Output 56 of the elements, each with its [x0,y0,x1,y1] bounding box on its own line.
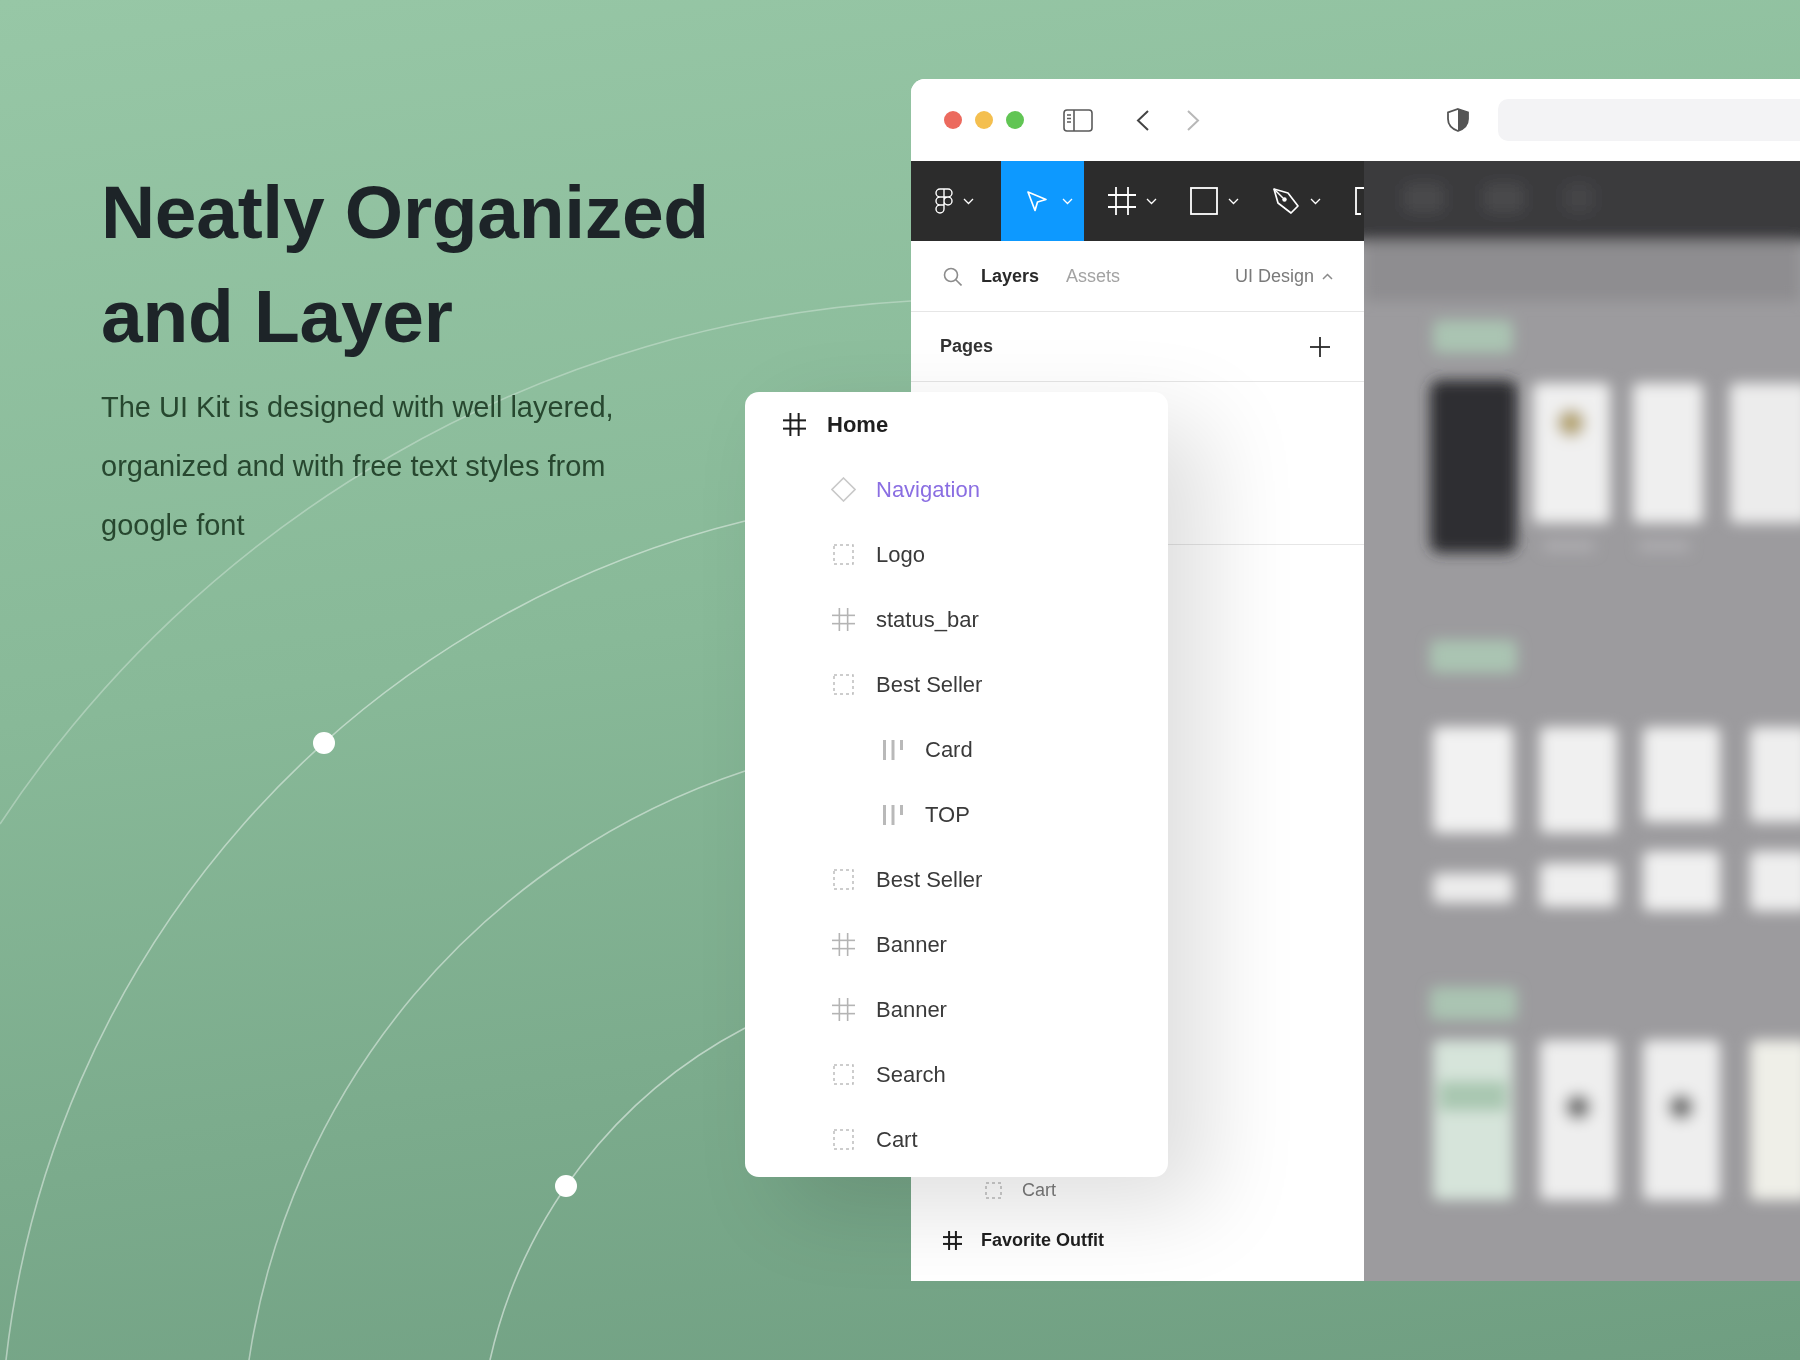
dashed-square-icon [833,869,854,890]
sidebar-icon[interactable] [1063,108,1093,132]
layer-name[interactable]: TOP [925,798,970,831]
layer-name[interactable]: Banner [876,928,947,961]
logo-icon [935,188,953,214]
hash-icon [1108,187,1136,215]
chevron-left-icon [1136,109,1149,131]
layer-name[interactable]: Home [827,408,889,441]
chevron-up-icon [1322,272,1333,280]
description-text: The UI Kit is designed with well layered, organized and with free text styles from google font [101,390,615,543]
layer-name[interactable]: Favorite Outfit [981,1226,1104,1254]
hash-icon [832,608,855,631]
dashed-square-icon [833,674,854,695]
bars-icon [882,739,903,760]
plus-icon [1310,336,1330,357]
chevron-down-icon [1062,197,1073,205]
chevron-right-icon [1187,109,1200,131]
close-button[interactable] [944,111,962,129]
decorative-dot [555,1175,577,1197]
layer-name[interactable]: Cart [1022,1176,1056,1204]
layer-name[interactable]: Banner [876,993,947,1026]
headline: Neatly Organized and Layer [101,169,710,360]
chevron-down-icon [1310,197,1321,205]
layer-name[interactable]: Card [925,733,973,766]
cut-off-icon [1355,187,1364,215]
page-dropdown[interactable]: UI Design [1234,262,1333,290]
layer-name[interactable]: Search [876,1058,946,1091]
hash-icon [783,413,806,436]
layer-name[interactable]: Navigation [876,473,980,506]
layer-name[interactable]: status_bar [876,603,979,636]
panel-tab[interactable]: Layers [981,262,1040,290]
section-title: Pages [940,335,994,358]
layer-name[interactable]: Best Seller [876,863,983,896]
decorative-dot [313,732,335,754]
dashed-square-icon [833,544,854,565]
cursor-icon [1026,190,1048,212]
hash-icon [943,1230,962,1250]
back-button[interactable] [1136,109,1149,131]
dashed-square-icon [985,1181,1002,1199]
dashed-square-icon [833,1064,854,1085]
square-icon [1190,187,1218,215]
add-page-button[interactable] [1310,336,1330,357]
search-icon[interactable] [943,266,962,286]
pen-icon [1272,187,1300,215]
chevron-down-icon [1146,197,1157,205]
chevron-down-icon [1228,197,1239,205]
chevron-down-icon [963,197,974,205]
dashed-square-icon [833,1129,854,1150]
layer-name[interactable]: Logo [876,538,925,571]
diamond-icon [831,477,856,502]
layer-name[interactable]: Cart [876,1123,918,1156]
layer-name[interactable]: Best Seller [876,668,983,701]
hash-icon [832,998,855,1021]
bars-icon [882,804,903,825]
shield-icon[interactable] [1447,108,1469,132]
hash-icon [832,933,855,956]
